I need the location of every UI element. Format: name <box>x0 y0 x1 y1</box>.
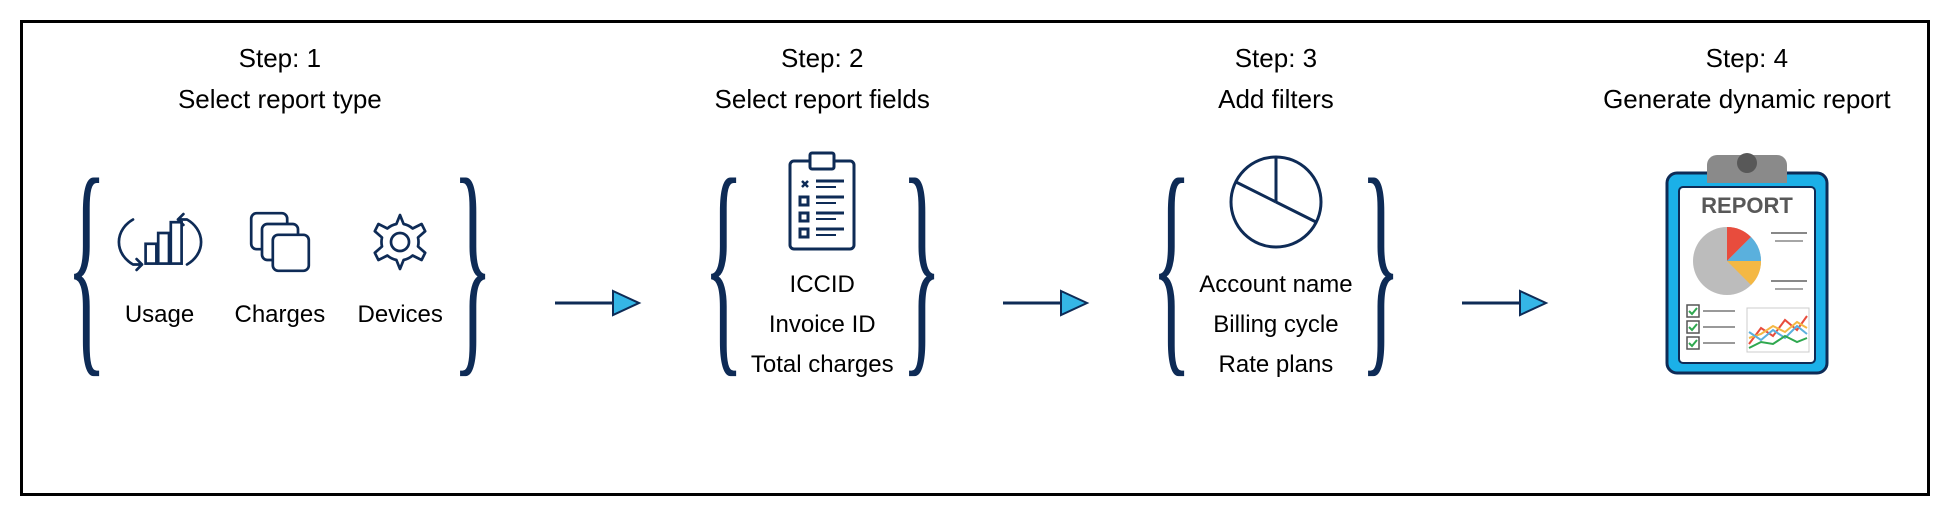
right-brace-icon: } <box>453 133 493 393</box>
step-1-title: Step: 1 <box>239 43 321 74</box>
step-3-fields: Account name Billing cycle Rate plans <box>1199 271 1352 379</box>
step-3-subtitle: Add filters <box>1218 84 1334 115</box>
devices-label: Devices <box>358 301 443 329</box>
arrow-1 <box>553 173 643 433</box>
diagram-frame: Step: 1 Select report type { Usage <box>20 20 1930 496</box>
arrow-icon <box>1460 283 1550 323</box>
chart-refresh-icon <box>115 197 205 287</box>
filter-account-name: Account name <box>1199 271 1352 299</box>
step-1-bracket-group: { Usage <box>59 133 500 393</box>
field-invoice-id: Invoice ID <box>769 311 876 339</box>
step-2-bracket-group: { <box>696 133 949 393</box>
step-1: Step: 1 Select report type { Usage <box>59 43 500 473</box>
left-brace-icon: { <box>1151 133 1191 393</box>
right-brace-icon: } <box>1360 133 1400 393</box>
report-type-charges: Charges <box>235 197 326 329</box>
step-4-title: Step: 4 <box>1706 43 1788 74</box>
step-2-title: Step: 2 <box>781 43 863 74</box>
arrow-3 <box>1460 173 1550 433</box>
step-2-subtitle: Select report fields <box>715 84 930 115</box>
report-heading: REPORT <box>1701 193 1793 218</box>
step-2-fields: ICCID Invoice ID Total charges <box>751 271 894 379</box>
step-2: Step: 2 Select report fields { <box>696 43 949 473</box>
step-3: Step: 3 Add filters { Account name Billi… <box>1144 43 1408 473</box>
filter-rate-plans: Rate plans <box>1219 351 1334 379</box>
step-3-title: Step: 3 <box>1235 43 1317 74</box>
arrow-icon <box>553 283 643 323</box>
field-iccid: ICCID <box>790 271 855 299</box>
stacked-squares-icon <box>235 197 325 287</box>
step-4: Step: 4 Generate dynamic report REPORT <box>1603 43 1891 473</box>
gear-icon <box>355 197 445 287</box>
clipboard-list-icon <box>772 147 872 257</box>
filter-billing-cycle: Billing cycle <box>1213 311 1338 339</box>
left-brace-icon: { <box>703 133 743 393</box>
report-clipboard-icon: REPORT <box>1647 143 1847 383</box>
arrow-2 <box>1001 173 1091 433</box>
arrow-icon <box>1001 283 1091 323</box>
step-1-content: Usage Charges <box>115 133 446 393</box>
right-brace-icon: } <box>901 133 941 393</box>
step-3-bracket-group: { Account name Billing cycle Rate plans <box>1144 133 1408 393</box>
step-3-content: Account name Billing cycle Rate plans <box>1199 133 1352 393</box>
usage-label: Usage <box>125 301 194 329</box>
step-2-content: ICCID Invoice ID Total charges <box>751 133 894 393</box>
field-total-charges: Total charges <box>751 351 894 379</box>
report-type-usage: Usage <box>115 197 205 329</box>
charges-label: Charges <box>235 301 326 329</box>
step-4-subtitle: Generate dynamic report <box>1603 84 1891 115</box>
step-1-subtitle: Select report type <box>178 84 382 115</box>
step-4-content: REPORT <box>1647 133 1847 393</box>
left-brace-icon: { <box>67 133 107 393</box>
report-type-devices: Devices <box>355 197 445 329</box>
pie-chart-icon <box>1221 147 1331 257</box>
